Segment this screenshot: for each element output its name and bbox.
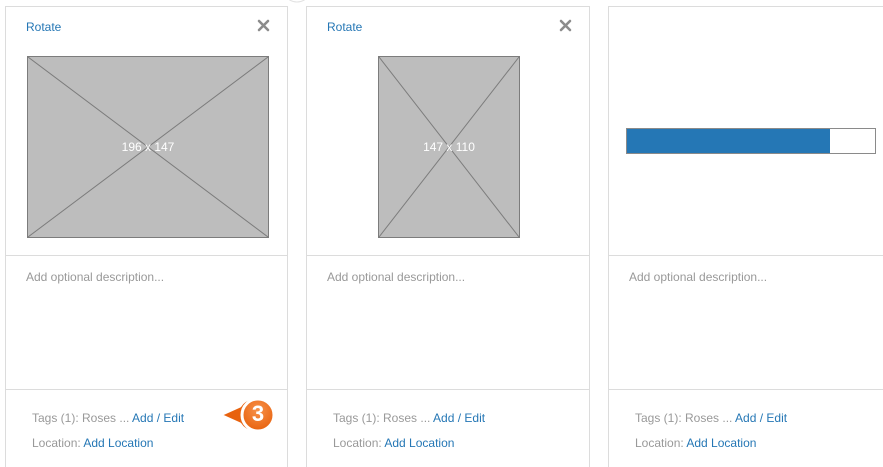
tags-text: Tags (1): Roses ... <box>333 411 434 425</box>
edit-tags-link[interactable]: Add / Edit <box>132 411 184 425</box>
thumbnail-dimensions: 196 x 147 <box>121 140 175 154</box>
step-callout-badge: 3 <box>218 396 278 434</box>
decorative-circle <box>284 0 310 6</box>
description-placeholder: Add optional description... <box>629 270 768 284</box>
close-icon[interactable] <box>257 19 270 32</box>
description-placeholder: Add optional description... <box>26 270 165 284</box>
close-icon[interactable] <box>559 19 572 32</box>
tags-text: Tags (1): Roses ... <box>32 411 133 425</box>
add-location-link[interactable]: Add Location <box>83 436 153 450</box>
card-footer: Tags (1): Roses ... Add / Edit Location:… <box>307 389 589 467</box>
description-placeholder: Add optional description... <box>327 270 466 284</box>
edit-tags-link[interactable]: Add / Edit <box>433 411 485 425</box>
tags-row: Tags (1): Roses ... Add / Edit <box>32 411 184 425</box>
image-thumbnail: 147 x 110 <box>378 56 520 238</box>
photo-preview-area <box>609 7 883 256</box>
step-number: 3 <box>251 401 265 426</box>
edit-tags-link[interactable]: Add / Edit <box>735 411 787 425</box>
location-row: Location: Add Location <box>635 436 756 450</box>
location-text: Location: <box>32 436 84 450</box>
location-text: Location: <box>333 436 385 450</box>
tags-row: Tags (1): Roses ... Add / Edit <box>635 411 787 425</box>
photo-preview-area: Rotate 196 x 147 <box>6 7 287 256</box>
image-thumbnail: 196 x 147 <box>27 56 269 238</box>
card-footer: Tags (1): Roses ... Add / Edit Location:… <box>609 389 883 467</box>
upload-progress-bar <box>626 128 876 154</box>
thumbnail-dimensions: 147 x 110 <box>423 140 475 154</box>
rotate-link[interactable]: Rotate <box>327 20 362 34</box>
rotate-link[interactable]: Rotate <box>26 20 61 34</box>
location-row: Location: Add Location <box>32 436 153 450</box>
photo-card-2: Rotate 147 x 110 Add optional descriptio… <box>306 6 590 467</box>
add-location-link[interactable]: Add Location <box>384 436 454 450</box>
location-text: Location: <box>635 436 687 450</box>
photo-preview-area: Rotate 147 x 110 <box>307 7 589 256</box>
add-location-link[interactable]: Add Location <box>686 436 756 450</box>
tags-row: Tags (1): Roses ... Add / Edit <box>333 411 485 425</box>
photo-card-3: Add optional description... Tags (1): Ro… <box>608 6 883 467</box>
location-row: Location: Add Location <box>333 436 454 450</box>
upload-progress-fill <box>627 129 831 153</box>
tags-text: Tags (1): Roses ... <box>635 411 736 425</box>
